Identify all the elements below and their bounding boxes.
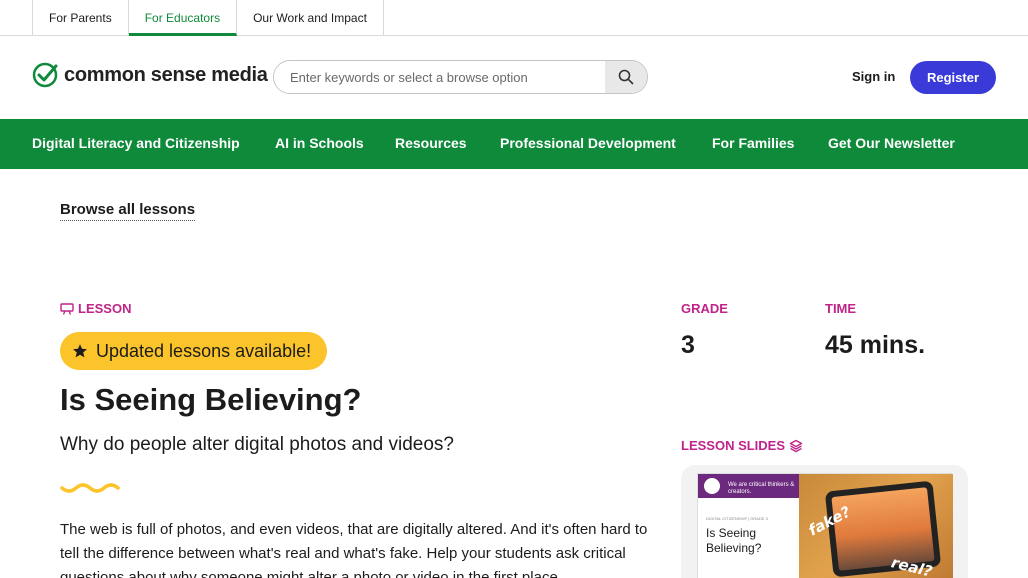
tab-for-educators[interactable]: For Educators <box>128 0 238 36</box>
tab-our-work-and-impact[interactable]: Our Work and Impact <box>237 0 384 36</box>
updated-lessons-label: Updated lessons available! <box>96 340 312 361</box>
sign-in-link[interactable]: Sign in <box>852 69 895 84</box>
slide-header-band: We are critical thinkers & creators. <box>698 474 799 498</box>
lesson-tag-label: LESSON <box>78 301 132 316</box>
grade-value: 3 <box>681 331 695 359</box>
nav-item-digital-literacy[interactable]: Digital Literacy and Citizenship <box>32 135 240 151</box>
nav-item-ai-in-schools[interactable]: AI in Schools <box>275 135 364 151</box>
checkmark-logo-icon <box>32 62 58 88</box>
slide-tablet-image: fake? real? <box>799 474 953 578</box>
time-label: TIME <box>825 301 857 316</box>
site-logo[interactable]: common sense media <box>32 62 268 88</box>
slide-thumbnail: We are critical thinkers & creators. DIG… <box>697 473 953 578</box>
updated-lessons-badge[interactable]: Updated lessons available! <box>60 332 328 370</box>
register-button[interactable]: Register <box>910 61 996 94</box>
search-icon <box>618 69 634 85</box>
search-input[interactable] <box>274 61 605 93</box>
lesson-title: Is Seeing Believing? <box>60 382 362 417</box>
audience-tabs: For Parents For Educators Our Work and I… <box>32 0 384 36</box>
tab-for-parents[interactable]: For Parents <box>33 0 129 36</box>
layers-icon <box>789 439 803 452</box>
audience-tabs-bar: For Parents For Educators Our Work and I… <box>0 0 1028 36</box>
time-value: 45 mins. <box>825 331 926 359</box>
slide-title: Is Seeing Believing? <box>706 526 762 555</box>
site-header: common sense media Sign in Register <box>0 36 1028 119</box>
lesson-description: The web is full of photos, and even vide… <box>60 521 648 578</box>
main-nav: Digital Literacy and Citizenship AI in S… <box>0 119 1028 169</box>
nav-item-professional-development[interactable]: Professional Development <box>500 135 676 151</box>
decorative-squiggle <box>60 483 120 493</box>
grade-label: GRADE <box>681 301 728 316</box>
slide-text-panel: We are critical thinkers & creators. DIG… <box>698 474 799 578</box>
lesson-tag: LESSON <box>60 301 131 316</box>
presentation-icon <box>60 302 74 315</box>
nav-item-newsletter[interactable]: Get Our Newsletter <box>828 135 955 151</box>
lesson-slides-label: LESSON SLIDES <box>681 438 803 453</box>
lesson-slides-card[interactable]: We are critical thinkers & creators. DIG… <box>681 465 968 578</box>
lesson-slides-text: LESSON SLIDES <box>681 438 786 453</box>
nav-item-for-families[interactable]: For Families <box>712 135 794 151</box>
slide-small-caption: DIGITAL CITIZENSHIP | GRADE 3 <box>706 516 768 521</box>
lesson-subtitle: Why do people alter digital photos and v… <box>60 434 454 455</box>
search-button[interactable] <box>605 61 647 93</box>
browse-all-lessons-link[interactable]: Browse all lessons <box>60 201 196 221</box>
search-bar <box>273 60 648 94</box>
tablet-screen <box>831 487 935 571</box>
slide-band-text: We are critical thinkers & creators. <box>728 482 795 495</box>
star-icon <box>73 344 87 358</box>
nav-item-resources[interactable]: Resources <box>395 135 467 151</box>
logo-text: common sense media <box>64 63 268 86</box>
slide-badge-icon <box>704 478 720 494</box>
